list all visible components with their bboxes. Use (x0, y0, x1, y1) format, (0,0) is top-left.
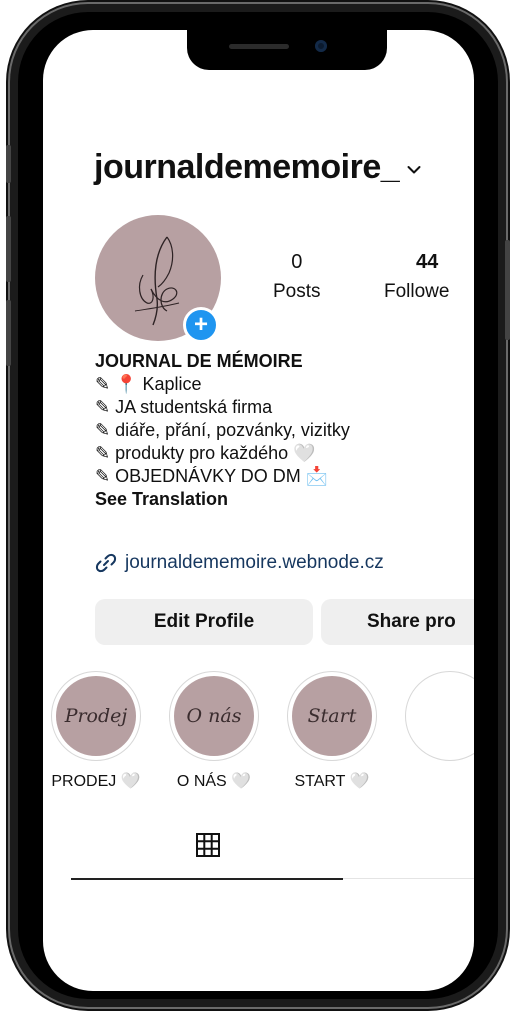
profile-bio: JOURNAL DE MÉMOIRE ✎ 📍 Kaplice ✎ JA stud… (95, 350, 350, 511)
grid-icon[interactable] (195, 832, 221, 858)
followers-stat[interactable]: 44 Followe (384, 250, 449, 306)
highlight-cover: Prodej (56, 676, 136, 756)
highlight-ring: O nás (169, 671, 259, 761)
share-profile-button[interactable]: Share pro (321, 599, 474, 645)
website-url: journaldememoire.webnode.cz (125, 552, 384, 573)
followers-count: 44 (416, 251, 439, 273)
highlight-cover: Start (292, 676, 372, 756)
account-switcher[interactable]: journaldememoire_ (94, 148, 421, 187)
notch (187, 30, 387, 70)
highlight-ring (405, 671, 474, 761)
display-name: JOURNAL DE MÉMOIRE (95, 351, 303, 371)
highlight-cover: O nás (174, 676, 254, 756)
link-icon (95, 553, 117, 573)
bio-line: ✎ produkty pro každého 🤍 (95, 443, 316, 463)
posts-label: Posts (273, 281, 321, 302)
bio-line: ✎ JA studentská firma (95, 397, 273, 417)
phone-screen: journaldememoire_ + 0 Posts 44 Followe J… (43, 30, 474, 991)
bio-line: ✎ 📍 Kaplice (95, 374, 202, 394)
highlight-ring: Start (287, 671, 377, 761)
highlight-new[interactable] (402, 671, 474, 761)
posts-count: 0 (291, 251, 303, 273)
highlight-o-nas[interactable]: O nás O NÁS 🤍 (166, 671, 262, 791)
phone-side-button-mute (6, 145, 11, 183)
website-link[interactable]: journaldememoire.webnode.cz (95, 552, 384, 574)
highlight-start[interactable]: Start START 🤍 (284, 671, 380, 791)
followers-label: Followe (384, 281, 450, 302)
highlight-label: START 🤍 (294, 773, 370, 790)
highlight-label: O NÁS 🤍 (176, 773, 252, 790)
speaker-grille (229, 44, 289, 49)
chevron-down-icon (407, 165, 421, 173)
bio-line: ✎ diáře, přání, pozvánky, vizitky (95, 420, 350, 440)
phone-side-button-power (505, 240, 510, 340)
tab-divider (343, 878, 474, 879)
front-camera (315, 40, 327, 52)
active-tab-indicator (71, 878, 343, 880)
edit-profile-button[interactable]: Edit Profile (95, 599, 313, 645)
phone-side-button-volume-up (6, 216, 11, 282)
phone-side-button-volume-down (6, 300, 11, 366)
bio-line: ✎ OBJEDNÁVKY DO DM 📩 (95, 466, 329, 486)
add-story-plus-icon[interactable]: + (183, 307, 219, 343)
profile-username: journaldememoire_ (94, 148, 400, 186)
highlight-label: PRODEJ 🤍 (51, 773, 141, 790)
highlight-ring: Prodej (51, 671, 141, 761)
posts-stat[interactable]: 0 Posts (273, 250, 321, 306)
see-translation-link[interactable]: See Translation (95, 488, 350, 511)
highlight-prodej[interactable]: Prodej PRODEJ 🤍 (48, 671, 144, 791)
